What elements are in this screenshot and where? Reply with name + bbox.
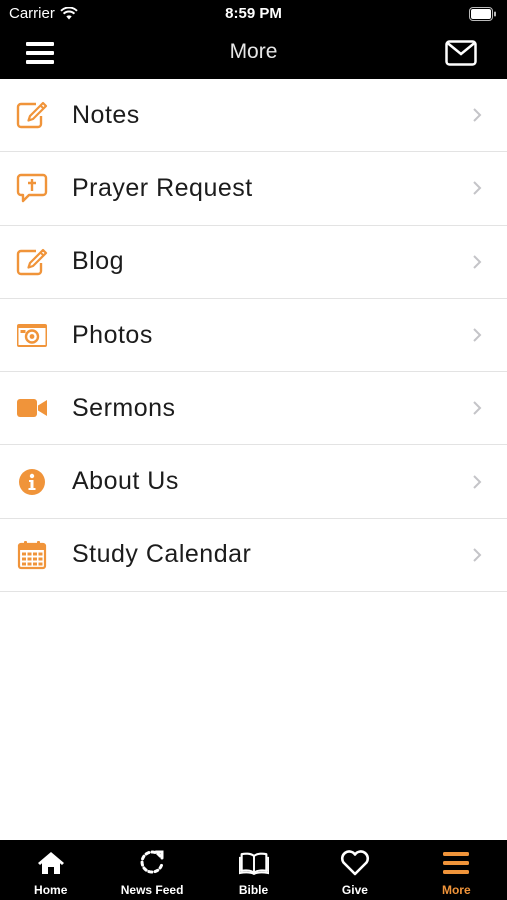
status-bar: Carrier 8:59 PM — [0, 0, 507, 28]
tab-label: Bible — [238, 883, 269, 897]
home-icon — [36, 849, 66, 877]
menu-item-label: Prayer Request — [72, 173, 253, 202]
tab-news-feed[interactable]: News Feed — [101, 840, 202, 900]
page-title: More — [229, 40, 278, 63]
mail-button[interactable] — [445, 40, 477, 66]
menu-item-label: Study Calendar — [72, 540, 252, 569]
menu-item-label: Notes — [72, 100, 140, 129]
menu-item-label: Blog — [72, 247, 125, 276]
tab-label: News Feed — [120, 883, 184, 897]
heart-icon — [340, 849, 370, 877]
tab-give[interactable]: Give — [304, 840, 405, 900]
chevron-right-icon — [473, 474, 482, 489]
tab-label: More — [441, 883, 471, 897]
calendar-icon — [16, 539, 48, 571]
navigation-bar: More — [0, 28, 507, 79]
bottom-tab-bar: Home News Feed Bible Give More — [0, 840, 507, 900]
menu-item-label: Photos — [72, 320, 153, 349]
menu-icon — [441, 849, 471, 877]
book-icon — [238, 849, 269, 877]
menu-item-notes[interactable]: Notes — [0, 79, 507, 153]
camera-icon — [16, 319, 48, 351]
menu-item-prayer-request[interactable]: Prayer Request — [0, 152, 507, 226]
menu-item-about-us[interactable]: About Us — [0, 445, 507, 519]
chevron-right-icon — [473, 108, 482, 122]
tab-home[interactable]: Home — [0, 840, 101, 900]
tab-label: Give — [341, 883, 368, 897]
more-menu-list: Notes Prayer Request Blog Photos Sermons… — [0, 79, 507, 593]
menu-item-blog[interactable]: Blog — [0, 225, 507, 299]
chevron-right-icon — [473, 548, 482, 562]
video-icon — [16, 392, 48, 424]
edit-icon — [16, 99, 48, 131]
tab-label: Home — [34, 883, 68, 897]
menu-item-study-calendar[interactable]: Study Calendar — [0, 518, 507, 593]
menu-item-label: About Us — [72, 467, 179, 496]
chevron-right-icon — [473, 401, 482, 416]
refresh-icon — [137, 849, 167, 877]
tab-bible[interactable]: Bible — [203, 840, 304, 900]
mail-icon — [445, 40, 477, 66]
status-time: 8:59 PM — [225, 5, 282, 22]
info-icon — [16, 466, 48, 498]
tab-more[interactable]: More — [406, 840, 507, 900]
battery-icon — [469, 7, 496, 21]
chevron-right-icon — [473, 328, 482, 342]
edit-icon — [16, 246, 48, 278]
menu-item-sermons[interactable]: Sermons — [0, 372, 507, 446]
chat-cross-icon — [16, 172, 48, 204]
chevron-right-icon — [473, 181, 482, 196]
chevron-right-icon — [473, 255, 482, 269]
menu-item-photos[interactable]: Photos — [0, 298, 507, 373]
menu-item-label: Sermons — [72, 393, 176, 422]
